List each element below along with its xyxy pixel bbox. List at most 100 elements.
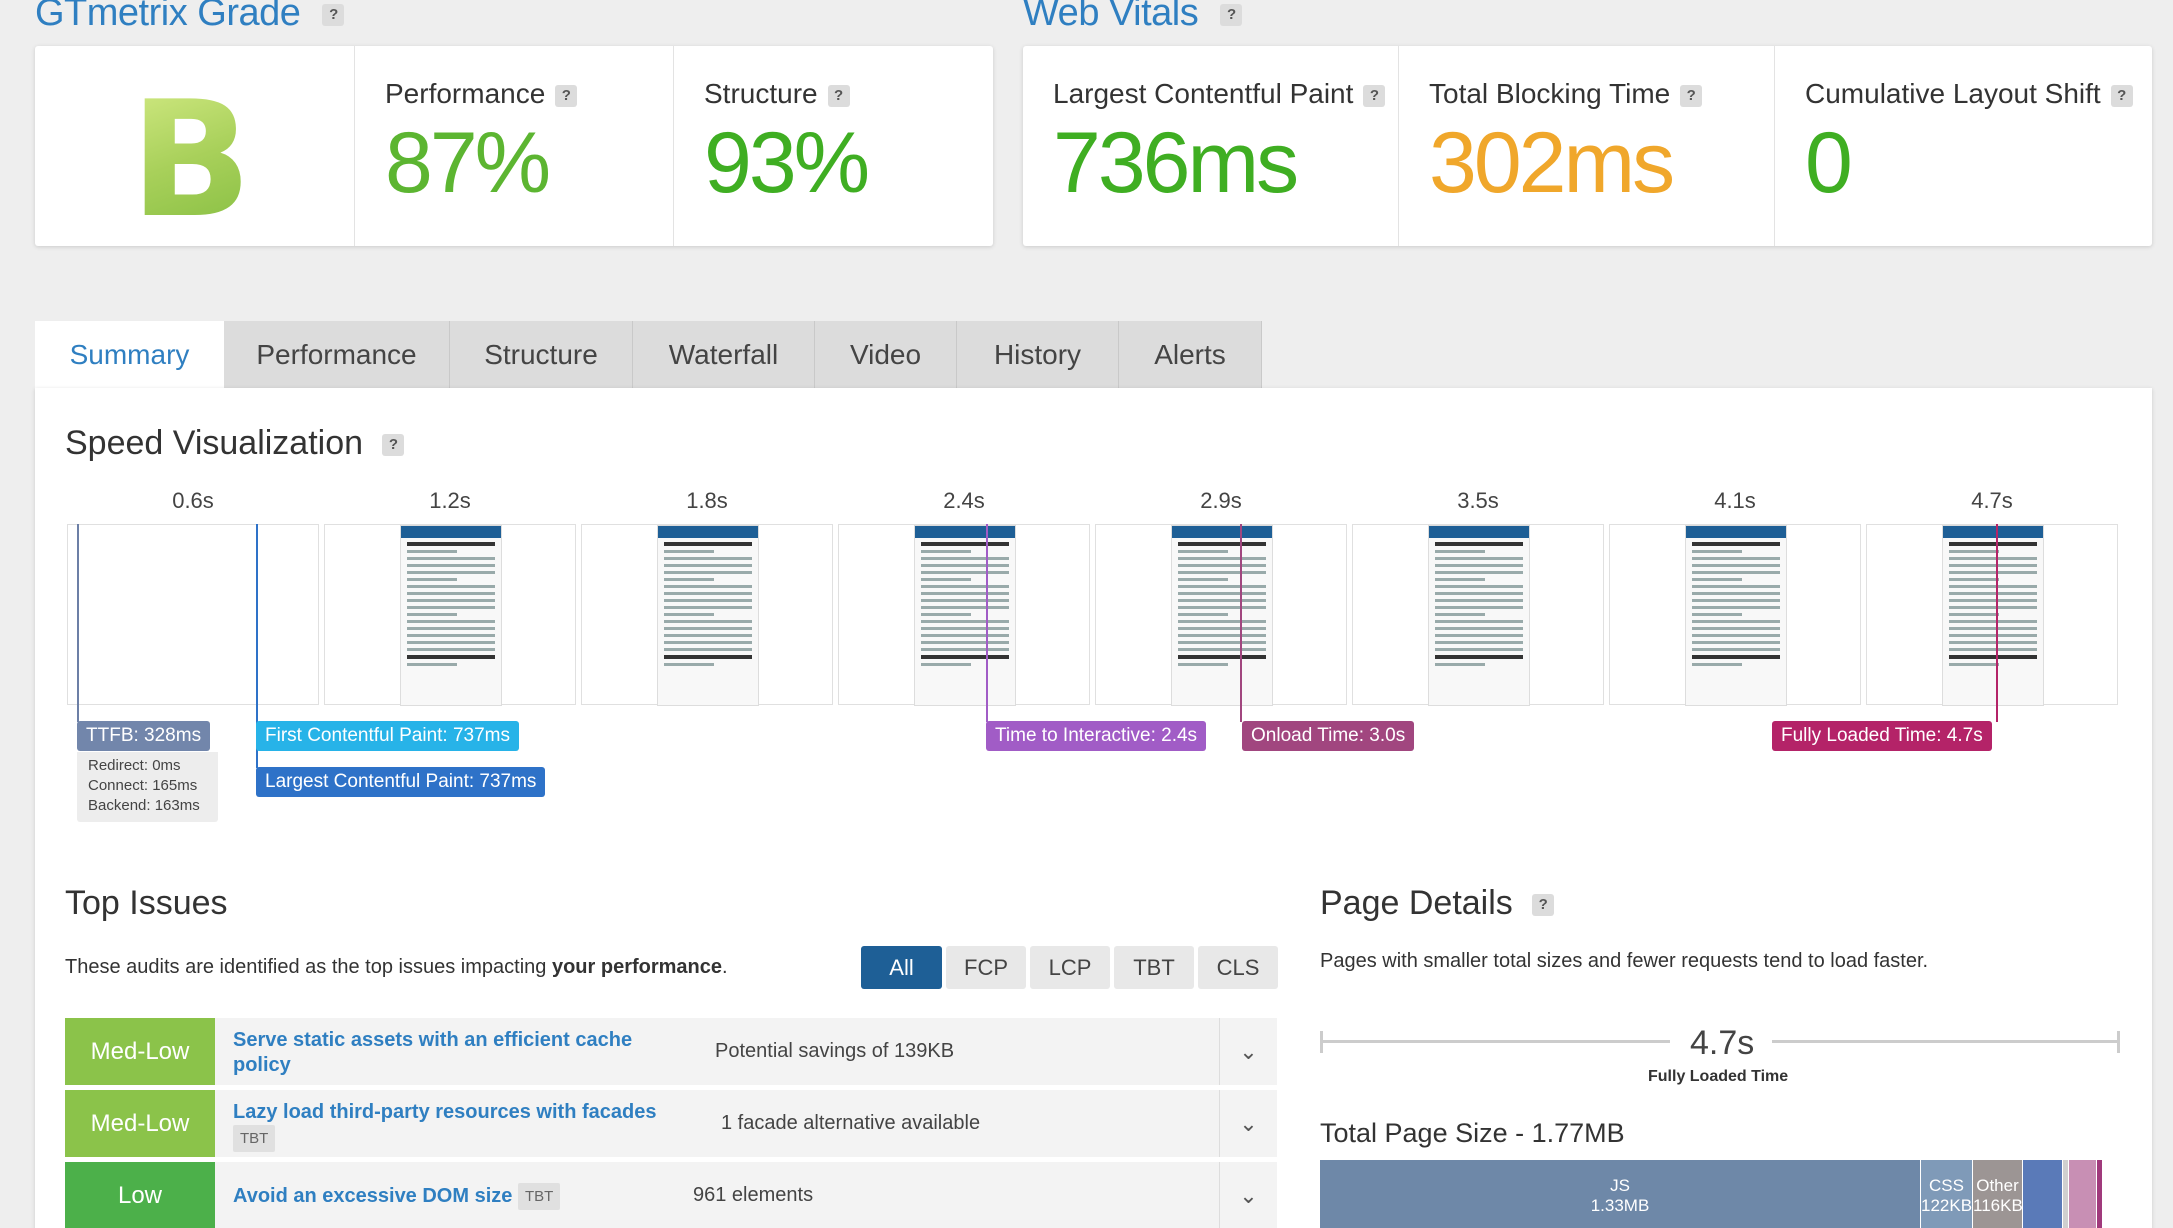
top-issues-title: Top Issues	[65, 884, 228, 922]
tab-history[interactable]: History	[957, 321, 1119, 389]
font-segment[interactable]	[2023, 1160, 2063, 1228]
grade-cell: B	[35, 46, 355, 253]
page-details-title: Page Details ?	[1320, 884, 1555, 923]
timeline-line-left	[1320, 1040, 1670, 1043]
issue-title[interactable]: Lazy load third-party resources with fac…	[233, 1100, 753, 1125]
tbt-label: Total Blocking Time?	[1429, 78, 1703, 110]
page-details-title-text: Page Details	[1320, 884, 1513, 922]
chevron-down-icon[interactable]: ⌄	[1219, 1090, 1277, 1157]
segment-size: 116KB	[1973, 1196, 2023, 1215]
filter-all[interactable]: All	[861, 946, 942, 989]
grade-card: B Performance? 87% Structure? 93%	[35, 46, 993, 253]
report-tabs: Summary Performance Structure Waterfall …	[35, 321, 1262, 389]
ttfb-breakdown: Redirect: 0ms Connect: 165ms Backend: 16…	[77, 752, 218, 822]
other-segment[interactable]: Other 116KB	[1973, 1160, 2023, 1228]
filter-lcp[interactable]: LCP	[1030, 946, 1110, 989]
filmstrip-frame[interactable]	[1095, 524, 1347, 706]
cls-label-text: Cumulative Layout Shift	[1805, 78, 2101, 109]
issue-title-block: Lazy load third-party resources with fac…	[233, 1100, 753, 1152]
page-screenshot-thumbnail	[914, 525, 1016, 706]
page-details-intro: Pages with smaller total sizes and fewer…	[1320, 950, 1929, 972]
vitals-section-title: Web Vitals ?	[1023, 0, 1243, 35]
filter-tbt[interactable]: TBT	[1114, 946, 1194, 989]
filmstrip-frame[interactable]	[1866, 524, 2118, 706]
issue-filters: All FCP LCP TBT CLS	[861, 946, 1278, 989]
grade-title-text: GTmetrix Grade	[35, 0, 301, 34]
cls-label: Cumulative Layout Shift?	[1805, 78, 2133, 110]
grade-letter: B	[130, 66, 252, 253]
misc-segment[interactable]	[2097, 1160, 2102, 1228]
metric-tag: TBT	[233, 1125, 276, 1152]
filter-cls[interactable]: CLS	[1198, 946, 1278, 989]
page-size-bar: JS 1.33MB CSS 122KB Other 116KB	[1320, 1160, 2102, 1228]
connect-time: Connect: 165ms	[88, 777, 198, 794]
tab-video[interactable]: Video	[815, 321, 957, 389]
tab-performance[interactable]: Performance	[224, 321, 450, 389]
tab-waterfall[interactable]: Waterfall	[633, 321, 815, 389]
help-icon[interactable]: ?	[1532, 894, 1555, 917]
help-icon[interactable]: ?	[382, 434, 405, 457]
chevron-down-icon[interactable]: ⌄	[1219, 1018, 1277, 1085]
onload-marker: Onload Time: 3.0s	[1242, 721, 1415, 751]
segment-label: JS	[1610, 1176, 1630, 1195]
top-issues-intro: These audits are identified as the top i…	[65, 956, 728, 979]
issue-title-block: Avoid an excessive DOM size TBT	[233, 1183, 653, 1210]
help-icon[interactable]: ?	[2110, 84, 2133, 107]
grade-section-title: GTmetrix Grade ?	[35, 0, 345, 35]
frame-time-label: 2.9s	[1200, 488, 1242, 513]
filmstrip-frame[interactable]	[67, 524, 319, 705]
filmstrip-frame[interactable]	[581, 524, 833, 706]
vitals-title-text: Web Vitals	[1023, 0, 1199, 34]
help-icon[interactable]: ?	[322, 3, 345, 26]
tab-alerts[interactable]: Alerts	[1119, 321, 1262, 389]
help-icon[interactable]: ?	[1363, 84, 1386, 107]
css-segment[interactable]: CSS 122KB	[1921, 1160, 1973, 1228]
lcp-marker: Largest Contentful Paint: 737ms	[256, 767, 546, 797]
filmstrip-frame[interactable]	[1352, 524, 1604, 706]
issue-title[interactable]: Serve static assets with an efficient ca…	[233, 1028, 683, 1078]
timeline-end-tick	[2117, 1031, 2120, 1053]
help-icon[interactable]: ?	[1220, 3, 1243, 26]
severity-badge: Med-Low	[65, 1090, 215, 1157]
chevron-down-icon[interactable]: ⌄	[1219, 1162, 1277, 1228]
help-icon[interactable]: ?	[1680, 84, 1703, 107]
page-screenshot-thumbnail	[400, 525, 502, 706]
structure-value: 93%	[704, 115, 870, 211]
speed-title-text: Speed Visualization	[65, 424, 364, 462]
help-icon[interactable]: ?	[555, 84, 578, 107]
help-icon[interactable]: ?	[827, 84, 850, 107]
tab-structure[interactable]: Structure	[450, 321, 633, 389]
fcp-marker: First Contentful Paint: 737ms	[256, 721, 519, 751]
issue-title[interactable]: Avoid an excessive DOM size	[233, 1185, 512, 1207]
issue-row[interactable]: Low Avoid an excessive DOM size TBT 961 …	[65, 1162, 1277, 1228]
filter-fcp[interactable]: FCP	[946, 946, 1026, 989]
performance-label: Performance?	[385, 78, 578, 110]
issue-value: 1 facade alternative available	[721, 1112, 981, 1134]
lcp-cell: Largest Contentful Paint? 736ms	[1023, 46, 1399, 246]
issue-row[interactable]: Med-Low Serve static assets with an effi…	[65, 1018, 1277, 1085]
backend-time: Backend: 163ms	[88, 797, 200, 814]
segment-label: Other	[1976, 1176, 2019, 1195]
structure-label-text: Structure	[704, 78, 818, 109]
fully-loaded-line	[1996, 524, 1998, 722]
lcp-value: 736ms	[1053, 115, 1299, 211]
tab-summary[interactable]: Summary	[35, 321, 224, 389]
performance-label-text: Performance	[385, 78, 546, 109]
metric-tag: TBT	[517, 1183, 561, 1210]
frame-time-label: 1.8s	[686, 488, 728, 513]
page-screenshot-thumbnail	[1428, 525, 1530, 706]
filmstrip-frame[interactable]	[838, 524, 1090, 706]
image-segment[interactable]	[2069, 1160, 2097, 1228]
fully-loaded-label: Fully Loaded Time	[1648, 1068, 1789, 1085]
filmstrip-frame[interactable]	[324, 524, 576, 706]
page-screenshot-thumbnail	[657, 525, 759, 706]
segment-size: 122KB	[1921, 1196, 1973, 1215]
issue-row[interactable]: Med-Low Lazy load third-party resources …	[65, 1090, 1277, 1157]
redirect-time: Redirect: 0ms	[88, 757, 181, 774]
onload-line	[1240, 524, 1242, 722]
filmstrip-frame[interactable]	[1609, 524, 1861, 706]
structure-cell: Structure? 93%	[674, 46, 993, 246]
ttfb-line	[77, 524, 79, 722]
fully-loaded-marker: Fully Loaded Time: 4.7s	[1772, 721, 1992, 751]
js-segment[interactable]: JS 1.33MB	[1320, 1160, 1921, 1228]
